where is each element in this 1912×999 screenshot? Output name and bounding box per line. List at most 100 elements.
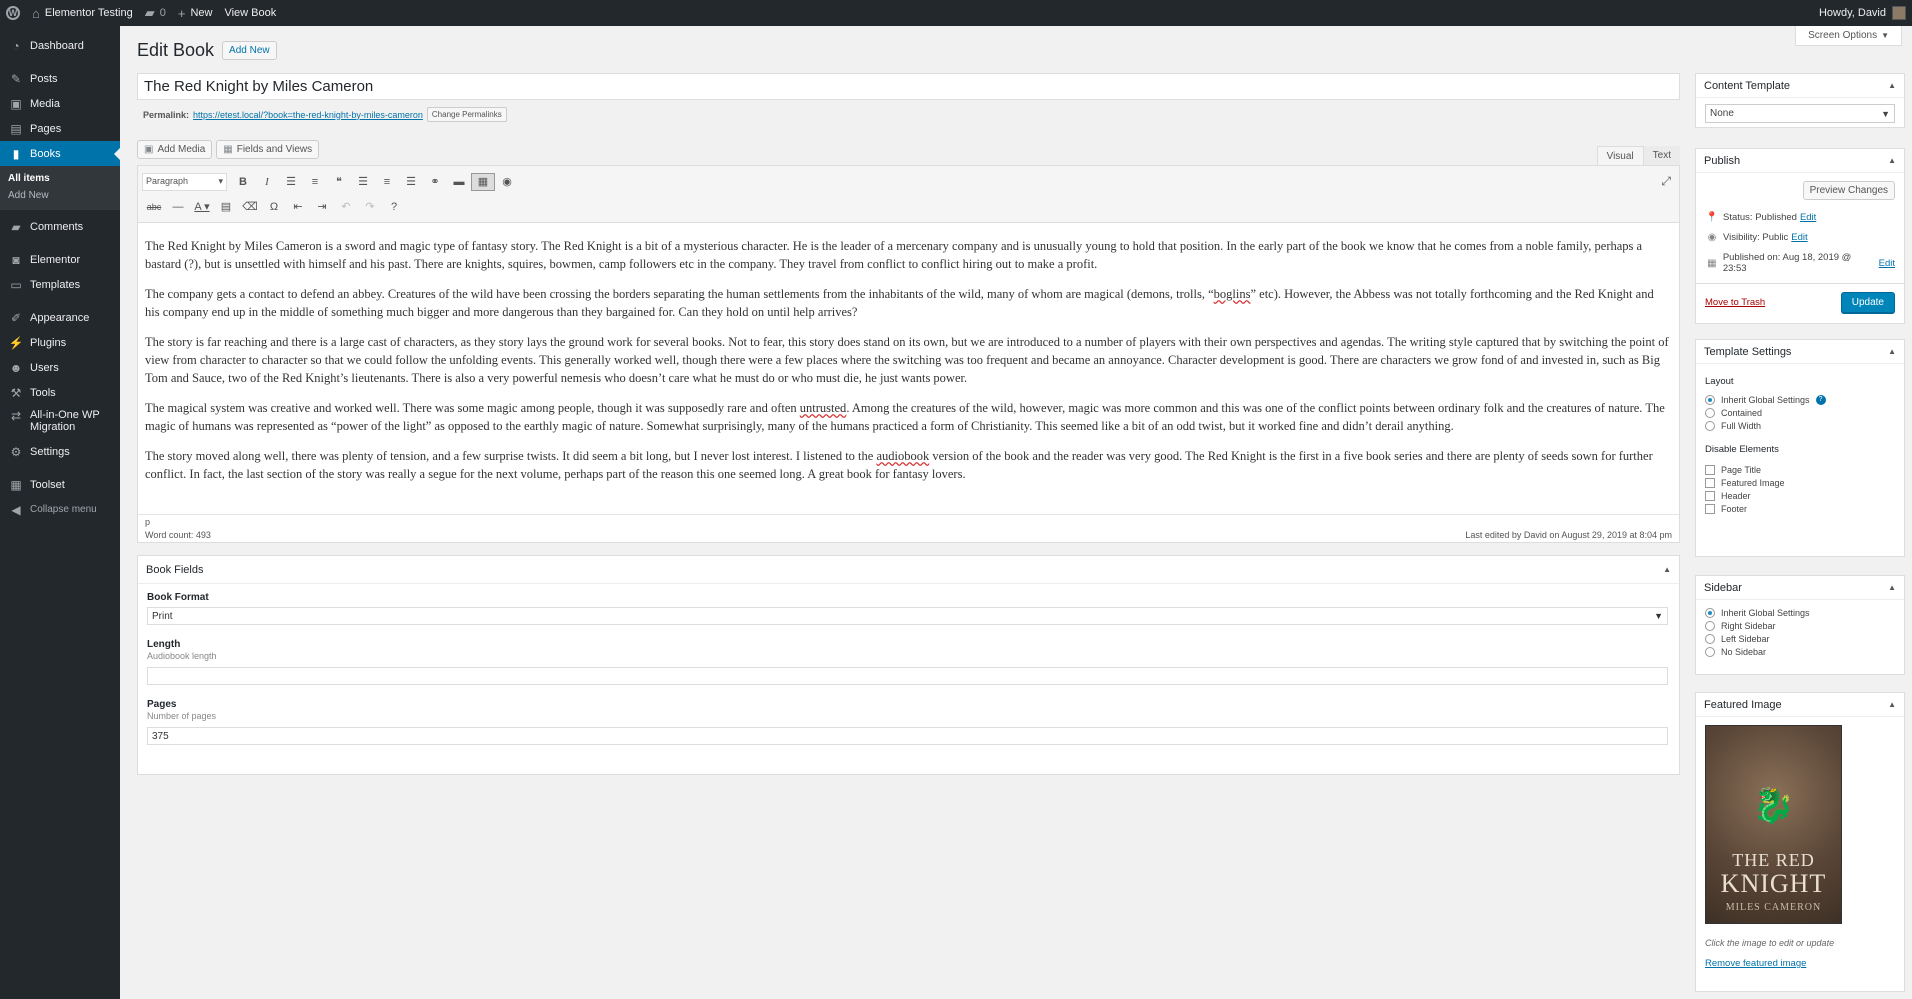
disable-option[interactable]: Page Title [1705, 463, 1895, 476]
edit-date-link[interactable]: Edit [1879, 258, 1895, 269]
permalink-link[interactable]: https://etest.local/?book=the-red-knight… [193, 110, 423, 120]
edit-status-link[interactable]: Edit [1800, 212, 1816, 223]
align-center-icon[interactable]: ≡ [375, 176, 399, 188]
fields-views-button[interactable]: ▦ Fields and Views [216, 140, 320, 159]
sidebar-option[interactable]: Left Sidebar [1705, 632, 1895, 645]
disable-option[interactable]: Footer [1705, 502, 1895, 515]
pages-input[interactable]: 375 [147, 727, 1668, 745]
clear-formatting-icon[interactable]: ⌫ [238, 200, 262, 213]
collapse-menu-button[interactable]: ◀ Collapse menu [0, 497, 120, 522]
bullet-list-icon[interactable]: ☰ [279, 175, 303, 188]
sidebar-item-tools[interactable]: ⚒ Tools [0, 380, 120, 405]
sidebar-option[interactable]: No Sidebar [1705, 645, 1895, 658]
checkbox[interactable] [1705, 477, 1715, 488]
collapse-arrow-icon[interactable]: ▲ [1888, 81, 1896, 90]
strikethrough-icon[interactable]: abc [142, 202, 166, 212]
text-color-icon[interactable]: A ▾ [190, 200, 214, 213]
template-settings-header[interactable]: Template Settings ▲ [1696, 340, 1904, 364]
collapse-arrow-icon[interactable]: ▲ [1888, 347, 1896, 356]
sidebar-item-books[interactable]: ▮ Books [0, 141, 120, 166]
view-book-link[interactable]: View Book [218, 0, 282, 26]
fullscreen-icon[interactable]: ⤢ [1661, 174, 1671, 189]
indent-icon[interactable]: ⇥ [310, 200, 334, 213]
horizontal-line-icon[interactable]: — [166, 201, 190, 213]
outdent-icon[interactable]: ⇤ [286, 200, 310, 213]
new-content-menu[interactable]: + New [172, 0, 219, 26]
sidebar-item-posts[interactable]: ✎ Posts [0, 66, 120, 91]
sidebar-item-pages[interactable]: ▤ Pages [0, 116, 120, 141]
collapse-arrow-icon[interactable]: ▲ [1663, 565, 1671, 574]
sidebar-option[interactable]: Inherit Global Settings [1705, 606, 1895, 619]
radio-button[interactable] [1705, 607, 1715, 618]
content-template-header[interactable]: Content Template ▲ [1696, 74, 1904, 98]
sidebar-settings-header[interactable]: Sidebar ▲ [1696, 576, 1904, 600]
tab-visual[interactable]: Visual [1596, 146, 1644, 166]
disable-option[interactable]: Featured Image [1705, 476, 1895, 489]
link-icon[interactable]: ⚭ [423, 175, 447, 188]
radio-button[interactable] [1705, 633, 1715, 644]
align-left-icon[interactable]: ☰ [351, 175, 375, 188]
special-character-icon[interactable]: Ω [262, 201, 286, 213]
read-more-icon[interactable]: ▬ [447, 176, 471, 188]
book-format-select[interactable]: Print ▼ [147, 607, 1668, 625]
move-to-trash-link[interactable]: Move to Trash [1705, 297, 1765, 308]
bold-icon[interactable]: B [231, 176, 255, 188]
post-title-input[interactable]: The Red Knight by Miles Cameron [137, 73, 1680, 100]
submenu-all-items[interactable]: All items [0, 170, 120, 187]
checkbox[interactable] [1705, 490, 1715, 501]
radio-button[interactable] [1705, 394, 1715, 405]
publish-header[interactable]: Publish ▲ [1696, 149, 1904, 173]
sidebar-item-templates[interactable]: ▭ Templates [0, 272, 120, 297]
update-button[interactable]: Update [1840, 292, 1895, 313]
layout-option[interactable]: Inherit Global Settings ? [1705, 393, 1895, 406]
sidebar-item-dashboard[interactable]: ◔ Dashboard [0, 33, 120, 58]
wp-logo-menu[interactable]: W [0, 0, 26, 26]
screen-options-button[interactable]: Screen Options ▼ [1795, 26, 1902, 46]
radio-button[interactable] [1705, 646, 1715, 657]
sidebar-item-media[interactable]: ▣ Media [0, 91, 120, 116]
tab-text[interactable]: Text [1643, 146, 1680, 166]
remove-featured-image-link[interactable]: Remove featured image [1705, 958, 1895, 969]
checkbox[interactable] [1705, 503, 1715, 514]
align-right-icon[interactable]: ☰ [399, 175, 423, 188]
italic-icon[interactable]: I [255, 176, 279, 188]
checkbox[interactable] [1705, 464, 1715, 475]
submenu-add-new[interactable]: Add New [0, 187, 120, 204]
sidebar-item-comments[interactable]: ▰ Comments [0, 214, 120, 239]
numbered-list-icon[interactable]: ≡ [303, 176, 327, 188]
change-permalinks-button[interactable]: Change Permalinks [426, 107, 507, 122]
radio-button[interactable] [1705, 620, 1715, 631]
add-new-button[interactable]: Add New [222, 41, 277, 60]
comments-link[interactable]: ▰ 0 [139, 0, 172, 26]
sidebar-item-settings[interactable]: ⚙ Settings [0, 439, 120, 464]
sidebar-item-plugins[interactable]: ⚡ Plugins [0, 330, 120, 355]
help-icon[interactable]: ? [382, 201, 406, 213]
site-name-link[interactable]: ⌂ Elementor Testing [26, 0, 139, 26]
featured-image-thumbnail[interactable]: 🐉 THE RED KNIGHT MILES CAMERON [1705, 725, 1842, 924]
book-fields-header[interactable]: Book Fields ▲ [138, 556, 1679, 584]
toolbar-toggle-icon[interactable]: ▦ [471, 172, 495, 191]
radio-button[interactable] [1705, 420, 1715, 431]
help-icon[interactable]: ? [1815, 394, 1826, 405]
layout-option[interactable]: Contained [1705, 406, 1895, 419]
collapse-arrow-icon[interactable]: ▲ [1888, 583, 1896, 592]
edit-visibility-link[interactable]: Edit [1791, 232, 1807, 243]
sidebar-option[interactable]: Right Sidebar [1705, 619, 1895, 632]
elementor-icon[interactable]: ◉ [495, 175, 519, 188]
preview-changes-button[interactable]: Preview Changes [1802, 181, 1895, 200]
collapse-arrow-icon[interactable]: ▲ [1888, 700, 1896, 709]
blockquote-icon[interactable]: ❝ [327, 175, 351, 188]
add-media-button[interactable]: ▣ Add Media [137, 140, 213, 159]
my-account-menu[interactable]: Howdy, David [1813, 0, 1912, 26]
format-select[interactable]: Paragraph ▾ [142, 172, 227, 191]
sidebar-item-toolset[interactable]: ▦ Toolset [0, 472, 120, 497]
length-input[interactable] [147, 667, 1668, 685]
undo-icon[interactable]: ↶ [334, 200, 358, 213]
layout-option[interactable]: Full Width [1705, 419, 1895, 432]
sidebar-item-users[interactable]: ☻ Users [0, 355, 120, 380]
editor-content[interactable]: The Red Knight by Miles Cameron is a swo… [138, 223, 1679, 483]
collapse-arrow-icon[interactable]: ▲ [1888, 156, 1896, 165]
paste-text-icon[interactable]: ▤ [214, 200, 238, 213]
featured-image-header[interactable]: Featured Image ▲ [1696, 693, 1904, 717]
disable-option[interactable]: Header [1705, 489, 1895, 502]
